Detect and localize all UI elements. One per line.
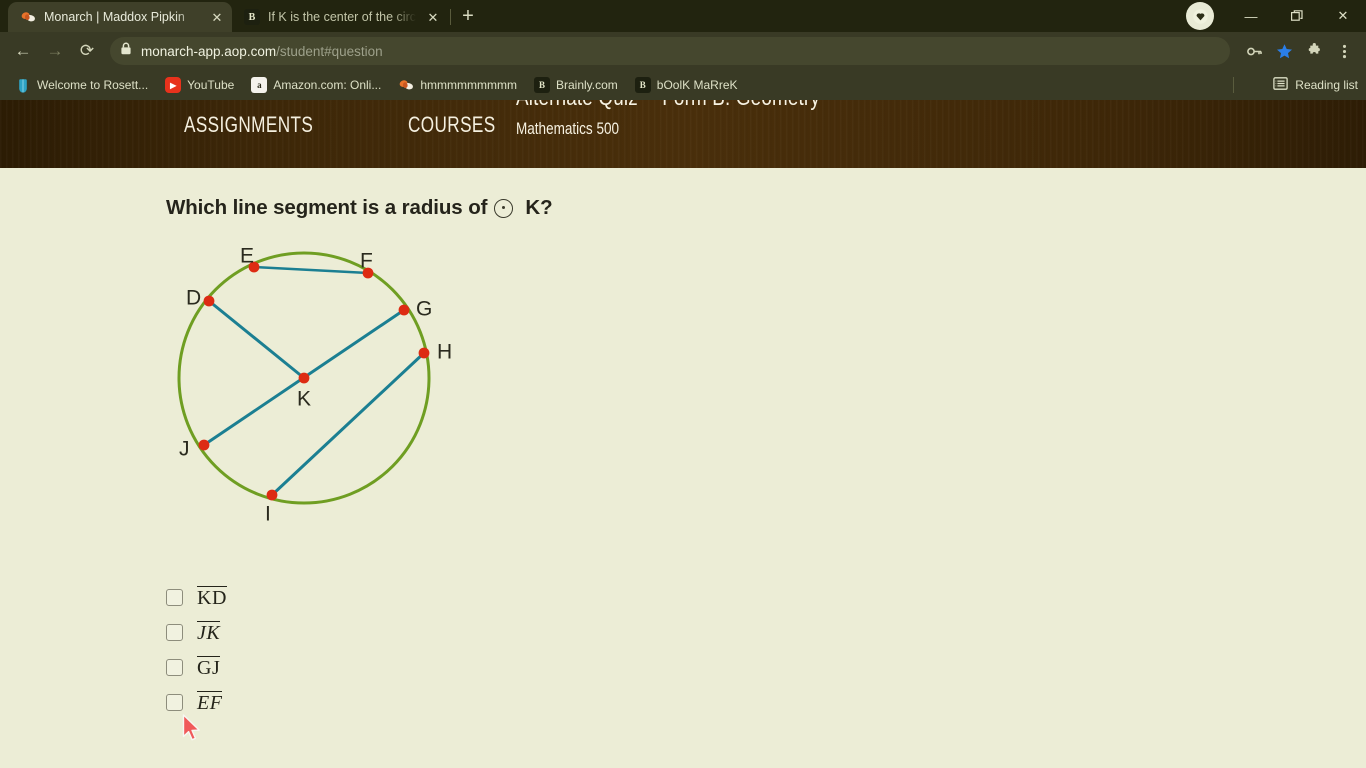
segment-DK xyxy=(207,299,306,380)
point-label-K: K xyxy=(297,387,311,410)
youtube-icon: ▶ xyxy=(165,77,182,93)
bookmark-label: Welcome to Rosett... xyxy=(37,78,149,92)
lock-icon xyxy=(120,42,132,60)
bookmark-star-icon[interactable] xyxy=(1270,37,1298,65)
bookmark-label: Amazon.com: Onli... xyxy=(273,78,382,92)
page-viewport: ASSIGNMENTS COURSES Alternate Quiz —Form… xyxy=(0,100,1366,768)
profile-avatar[interactable] xyxy=(1186,2,1214,30)
extensions-puzzle-icon[interactable] xyxy=(1300,37,1328,65)
bookmark-label: Brainly.com xyxy=(556,78,618,92)
checkbox-gj[interactable] xyxy=(166,659,183,676)
checkbox-kd[interactable] xyxy=(166,589,183,606)
bookmark-label: YouTube xyxy=(187,78,235,92)
nav-item-assignments[interactable]: ASSIGNMENTS xyxy=(184,112,313,138)
checkbox-jk[interactable] xyxy=(166,624,183,641)
monarch-butterfly-icon xyxy=(20,9,36,25)
answer-label-kd: KD xyxy=(197,586,227,609)
close-window-button[interactable]: ✕ xyxy=(1320,0,1366,32)
answer-label-ef: EF xyxy=(197,691,223,714)
browser-toolbar: ← → ⟳ monarch-app.aop.com/student#questi… xyxy=(0,32,1366,70)
site-nav: ASSIGNMENTS COURSES xyxy=(184,112,520,138)
segment-EF xyxy=(252,265,370,275)
minimize-button[interactable]: — xyxy=(1228,0,1274,32)
close-icon[interactable]: ✕ xyxy=(424,8,442,26)
quiz-title-block: Alternate Quiz —Form B: Geometry Mathema… xyxy=(516,100,887,139)
bookmark-boolk-marrek[interactable]: B bOolK MaRreK xyxy=(628,74,745,96)
tab-title: If K is the center of the circle, wh xyxy=(268,10,416,24)
point-label-G: G xyxy=(416,297,432,320)
point-label-D: D xyxy=(186,286,201,309)
bookmark-label: hmmmmmmmmm xyxy=(420,78,517,92)
monarch-butterfly-icon xyxy=(398,77,414,93)
bookmark-label: bOolK MaRreK xyxy=(656,78,738,92)
answer-choices: KD JK GJ EF xyxy=(166,580,1366,720)
question-prompt-prefix: Which line segment is a radius of xyxy=(166,196,488,219)
point-J xyxy=(198,439,210,451)
point-label-E: E xyxy=(240,244,254,267)
point-label-I: I xyxy=(265,502,271,525)
tab-divider xyxy=(450,9,451,25)
rosetta-stone-icon xyxy=(15,77,31,93)
reading-list-button[interactable]: Reading list xyxy=(1261,76,1358,94)
url-path: /student#question xyxy=(276,43,383,59)
geometry-figure-svg: D E F GH I J K xyxy=(177,244,452,525)
window-controls: — ✕ xyxy=(1186,0,1366,32)
segment-IH xyxy=(270,351,426,497)
point-G xyxy=(398,304,410,316)
brainly-icon: B xyxy=(634,77,651,93)
point-I xyxy=(266,489,278,501)
forward-icon[interactable]: → xyxy=(40,36,70,66)
checkbox-ef[interactable] xyxy=(166,694,183,711)
quiz-title: Alternate Quiz —Form B: Geometry xyxy=(516,100,820,111)
circle-geometry-diagram: D E F GH I J K xyxy=(164,228,484,528)
bookmark-youtube[interactable]: ▶ YouTube xyxy=(158,74,241,96)
maximize-button[interactable] xyxy=(1274,0,1320,32)
reload-icon[interactable]: ⟳ xyxy=(72,36,102,66)
question-area: Which line segment is a radius of K? DEF… xyxy=(0,196,1366,741)
circle-with-center-dot-icon xyxy=(494,198,514,218)
point-label-F: F xyxy=(360,249,373,272)
quiz-subtitle: Mathematics 500 xyxy=(516,120,620,138)
point-D xyxy=(203,295,215,307)
point-label-H: H xyxy=(437,340,452,363)
answer-choice-ef[interactable]: EF xyxy=(166,685,1366,720)
brainly-icon: B xyxy=(244,9,260,25)
answer-choice-kd[interactable]: KD xyxy=(166,580,1366,615)
nav-item-courses[interactable]: COURSES xyxy=(408,112,496,138)
back-icon[interactable]: ← xyxy=(8,36,38,66)
bookmarks-divider xyxy=(1233,77,1234,93)
tab-title: Monarch | Maddox Pipkin xyxy=(44,10,185,24)
answer-choice-gj[interactable]: GJ xyxy=(166,650,1366,685)
brainly-icon: B xyxy=(534,77,550,93)
point-K xyxy=(298,372,310,384)
point-H xyxy=(418,347,430,359)
close-icon[interactable]: ✕ xyxy=(208,8,226,26)
address-bar-text: monarch-app.aop.com/student#question xyxy=(141,44,383,59)
url-host: monarch-app.aop.com xyxy=(141,43,277,59)
site-header: ASSIGNMENTS COURSES Alternate Quiz —Form… xyxy=(0,100,1366,168)
tab-strip: Monarch | Maddox Pipkin ✕ B If K is the … xyxy=(0,0,1366,32)
reading-list-icon xyxy=(1273,76,1289,94)
answer-label-gj: GJ xyxy=(197,656,221,679)
bookmark-hmmm[interactable]: hmmmmmmmmm xyxy=(391,74,524,96)
mouse-pointer xyxy=(182,714,204,744)
answer-label-jk: JK xyxy=(197,621,221,644)
answer-choice-jk[interactable]: JK xyxy=(166,615,1366,650)
new-tab-button[interactable]: + xyxy=(454,2,482,30)
reading-list-label: Reading list xyxy=(1295,78,1358,92)
password-key-icon[interactable] xyxy=(1240,37,1268,65)
bookmarks-bar: Welcome to Rosett... ▶ YouTube a Amazon.… xyxy=(0,70,1366,100)
bookmark-amazon[interactable]: a Amazon.com: Onli... xyxy=(244,74,388,96)
question-prompt-suffix: K? xyxy=(525,196,553,219)
browser-tab-monarch[interactable]: Monarch | Maddox Pipkin ✕ xyxy=(8,2,232,32)
browser-window: Monarch | Maddox Pipkin ✕ B If K is the … xyxy=(0,0,1366,768)
point-label-J: J xyxy=(179,437,190,460)
amazon-icon: a xyxy=(251,77,268,93)
bookmark-brainly[interactable]: B Brainly.com xyxy=(527,74,625,96)
browser-tab-brainly[interactable]: B If K is the center of the circle, wh ✕ xyxy=(232,2,448,32)
address-bar[interactable]: monarch-app.aop.com/student#question xyxy=(110,37,1230,65)
question-prompt: Which line segment is a radius of K? xyxy=(166,196,1366,220)
bookmark-rosetta[interactable]: Welcome to Rosett... xyxy=(8,74,155,96)
chrome-menu-icon[interactable] xyxy=(1330,37,1358,65)
